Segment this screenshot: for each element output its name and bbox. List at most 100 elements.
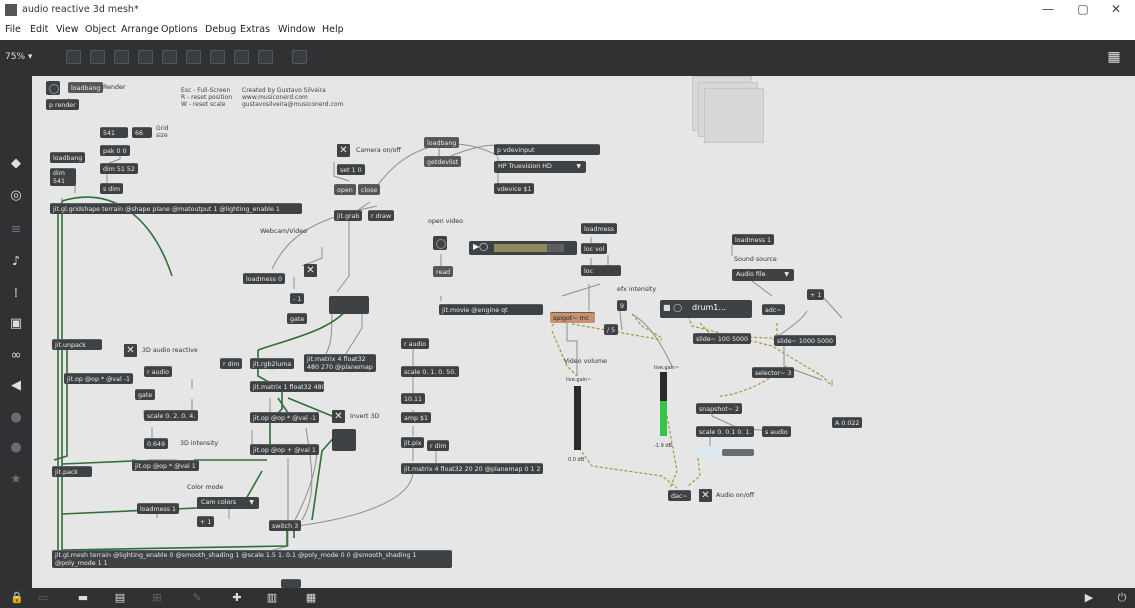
maximize-button[interactable]: ▢	[1075, 2, 1091, 16]
jit-matrix-4[interactable]: jit.matrix 4 float32 20 20 @planemap 0 1…	[401, 463, 543, 474]
loadbang-devlist[interactable]: loadbang	[424, 137, 460, 148]
number-1011[interactable]: 10.11	[401, 393, 426, 404]
getdevlist-message[interactable]: getdevlist	[424, 156, 462, 167]
patcher-canvas[interactable]: loadbang Render p render Esc - Full-Scre…	[32, 76, 1135, 588]
video-selector-display[interactable]	[329, 296, 369, 314]
pen-icon[interactable]: ✎	[190, 591, 204, 605]
invert-gate-display[interactable]	[332, 429, 356, 451]
set-message[interactable]: set 1 0	[337, 164, 365, 175]
number-nine[interactable]: 9	[617, 300, 628, 311]
live-gain-meter[interactable]	[660, 372, 667, 436]
jit-pix[interactable]: jit.pix	[401, 437, 425, 448]
r-dim[interactable]: r dim	[220, 358, 243, 369]
snapshot-object[interactable]: snapshot~ 2	[696, 403, 743, 414]
dim-display[interactable]: dim 541 66	[50, 168, 76, 186]
loadmess-video[interactable]: loadmess 0	[243, 273, 286, 284]
list-icon[interactable]: ≡	[8, 222, 24, 238]
presentation-icon[interactable]: ▭	[36, 591, 50, 605]
vdevice-message[interactable]: vdevice $1	[494, 183, 535, 194]
divide-object[interactable]: / 5	[604, 324, 619, 335]
minus-one[interactable]: - 1	[290, 293, 305, 304]
audio-toggle[interactable]: ✕	[699, 489, 712, 502]
dim-message[interactable]: dim 51 52	[100, 163, 138, 174]
close-button[interactable]: ✕	[1108, 2, 1124, 16]
power-icon[interactable]: ⏻	[1115, 591, 1129, 605]
video-volume-meter[interactable]	[574, 386, 581, 450]
star-icon[interactable]: ★	[8, 472, 24, 488]
camera-toggle[interactable]: ✕	[337, 144, 350, 157]
menu-debug[interactable]: Debug	[205, 24, 236, 35]
jit-matrix-top[interactable]: jit.matrix 4 float32 480 270 @planemap 1…	[304, 354, 376, 372]
r-audio-right[interactable]: r audio	[401, 338, 430, 349]
loc-vol-message[interactable]: loc vol	[581, 243, 608, 254]
image-icon[interactable]	[186, 50, 201, 64]
read-message[interactable]: read	[433, 266, 454, 277]
loadmess-sound[interactable]: loadmess 1	[732, 234, 775, 245]
add-icon[interactable]	[258, 50, 273, 64]
comment-icon[interactable]	[114, 50, 129, 64]
gridshape-object[interactable]: jit.gl.gridshape terrain @shape plane @m…	[50, 203, 302, 214]
selector-object[interactable]: selector~ 3	[752, 367, 795, 378]
p-vdevinput[interactable]: p vdevinput	[494, 144, 600, 155]
audio-value-number[interactable]: A 0.022	[832, 417, 863, 428]
debug-icon[interactable]: ▦	[304, 591, 318, 605]
menu-help[interactable]: Help	[322, 24, 344, 35]
open-message[interactable]: open	[334, 184, 356, 195]
target-icon[interactable]: ◎	[8, 188, 24, 204]
loadbang-grid[interactable]: loadbang	[50, 152, 86, 163]
loc-message[interactable]: loc	[581, 265, 621, 276]
loadbang-render[interactable]: loadbang	[68, 82, 104, 93]
link-icon[interactable]: ∞	[8, 348, 24, 364]
image-icon[interactable]: ▣	[8, 316, 24, 332]
menu-extras[interactable]: Extras	[240, 24, 270, 35]
color-mode-menu[interactable]: Cam colors ▼	[197, 497, 259, 509]
gate-audio[interactable]: gate	[135, 389, 156, 400]
menu-window[interactable]: Window	[278, 24, 315, 35]
columns-icon[interactable]: ▥	[265, 591, 279, 605]
s-audio[interactable]: s audio	[762, 426, 791, 437]
help-icon[interactable]	[234, 50, 249, 64]
pin-icon[interactable]	[292, 50, 307, 64]
jit-movie[interactable]: jit.movie @engine qt	[439, 304, 543, 315]
lock-view-icon[interactable]	[66, 50, 81, 64]
render-toggle[interactable]	[46, 81, 60, 95]
play-icon[interactable]: ▶	[1082, 591, 1096, 605]
p-render[interactable]: p render	[46, 99, 79, 110]
disc-icon[interactable]: ●	[8, 440, 24, 456]
jit-gl-mesh[interactable]: jit.gl.mesh terrain @lighting_enable 0 @…	[52, 550, 452, 568]
jit-op-invert[interactable]: jit.op @op * @val -1	[250, 412, 320, 423]
menu-object[interactable]: Object	[85, 24, 116, 35]
jit-op-plus[interactable]: jit.op @op + @val 1	[250, 444, 319, 455]
zoom-selector[interactable]: 75% ▾	[5, 52, 32, 62]
scale-object-050[interactable]: scale 0. 1. 0. 50.	[401, 366, 460, 377]
video-scrub-slider[interactable]	[494, 244, 564, 252]
scale-audio[interactable]: scale 0. 0.1 0. 1.	[696, 426, 755, 437]
stop-icon[interactable]: ■ ◯	[663, 304, 682, 312]
jit-matrix-1[interactable]: jit.matrix 1 float32 480 270	[250, 381, 324, 392]
slide-object-1[interactable]: slide~ 100 5000	[693, 333, 751, 344]
gate-video[interactable]: gate	[287, 313, 308, 324]
loadmess-video-2[interactable]: loadmess	[581, 223, 618, 234]
align-icon[interactable]	[138, 50, 153, 64]
dac-object[interactable]: dac~	[668, 490, 691, 501]
jit-unpack[interactable]: jit.unpack	[52, 339, 102, 350]
audio-reactive-toggle[interactable]: ✕	[124, 344, 137, 357]
plus-one-sound[interactable]: + 1	[807, 289, 825, 300]
target-icon[interactable]	[162, 50, 177, 64]
jit-grab[interactable]: jit.grab	[334, 210, 363, 221]
music-note-icon[interactable]: ♪	[8, 254, 24, 270]
jit-rgb2luma[interactable]: jit.rgb2luma	[250, 358, 295, 369]
cube-icon[interactable]: ◆	[8, 156, 24, 172]
loadmess-color[interactable]: loadmess 1	[137, 503, 180, 514]
mesh-outlet[interactable]	[281, 579, 301, 588]
invert-toggle[interactable]: ✕	[332, 410, 345, 423]
comment-icon[interactable]: ▬	[76, 591, 90, 605]
menu-view[interactable]: View	[56, 24, 79, 35]
play-icon[interactable]: ▶◯	[473, 243, 488, 251]
layout-icon[interactable]	[210, 50, 225, 64]
switch-object[interactable]: switch 3	[269, 520, 302, 531]
r-dim-2[interactable]: r dim	[427, 440, 450, 451]
r-audio-left[interactable]: r audio	[144, 366, 173, 377]
presentation-icon[interactable]	[90, 50, 105, 64]
menu-arrange[interactable]: Arrange	[121, 24, 159, 35]
